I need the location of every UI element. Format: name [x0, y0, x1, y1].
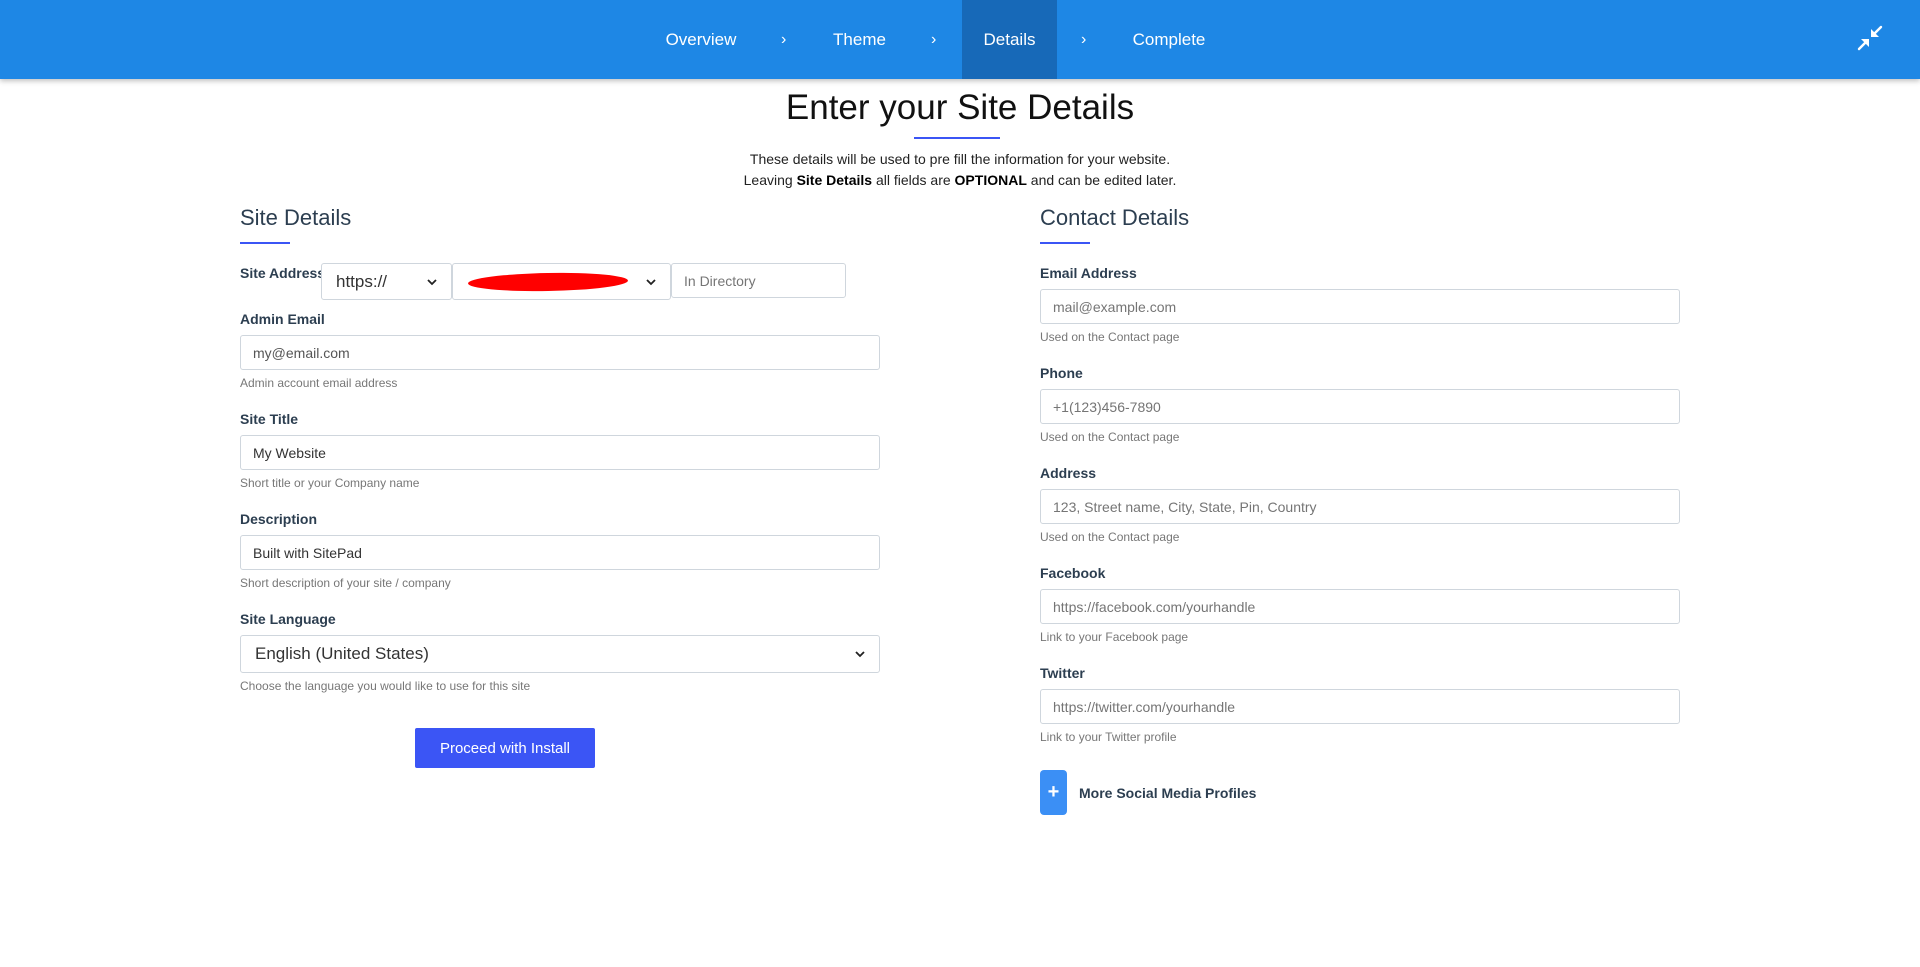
email-address-help: Used on the Contact page [1040, 330, 1180, 344]
site-details-heading: Site Details [240, 205, 352, 230]
site-title-value: My Website [253, 444, 326, 461]
site-language-label: Site Language [240, 611, 336, 627]
admin-email-label: Admin Email [240, 311, 325, 327]
chevron-down-icon [427, 278, 437, 285]
title-underline [914, 137, 1000, 139]
phone-label: Phone [1040, 365, 1083, 381]
email-address-input[interactable] [1040, 289, 1680, 324]
page-title: Enter your Site Details [785, 88, 1135, 127]
plus-icon: + [1047, 781, 1060, 803]
add-social-profile-button[interactable]: + [1040, 770, 1067, 815]
section-underline [1040, 242, 1090, 244]
collapse-screen-button[interactable] [1852, 20, 1888, 56]
site-language-value: English (United States) [255, 644, 429, 663]
description-label: Description [240, 511, 318, 527]
site-language-select[interactable]: English (United States) [240, 635, 880, 673]
tab-overview[interactable]: Overview [646, 0, 756, 79]
directory-input[interactable] [671, 263, 846, 298]
twitter-label: Twitter [1040, 665, 1085, 681]
tab-details[interactable]: Details [962, 0, 1057, 79]
chevron-down-icon [646, 278, 656, 285]
tab-theme[interactable]: Theme [812, 0, 907, 79]
section-underline [240, 242, 290, 244]
description-value: Built with SitePad [253, 544, 362, 561]
chevron-down-icon [855, 651, 865, 658]
protocol-select[interactable]: https:// [321, 263, 452, 300]
contact-details-heading: Contact Details [1040, 205, 1190, 230]
top-nav-bar: Overview › Theme › Details › Complete [0, 0, 1920, 79]
site-title-input[interactable]: My Website [240, 435, 880, 470]
site-language-help: Choose the language you would like to us… [240, 679, 531, 693]
intro-line-1: These details will be used to pre fill t… [749, 151, 1171, 167]
more-social-media-link[interactable]: More Social Media Profiles [1079, 785, 1256, 801]
step-separator: › [1081, 30, 1087, 48]
site-title-help: Short title or your Company name [240, 476, 420, 490]
facebook-help: Link to your Facebook page [1040, 630, 1189, 644]
address-help: Used on the Contact page [1040, 530, 1180, 544]
admin-email-help: Admin account email address [240, 376, 398, 390]
admin-email-input[interactable]: my@email.com [240, 335, 880, 370]
protocol-value: https:// [336, 271, 388, 291]
tab-complete[interactable]: Complete [1118, 0, 1220, 79]
facebook-label: Facebook [1040, 565, 1106, 581]
step-separator: › [781, 30, 787, 48]
phone-input[interactable] [1040, 389, 1680, 424]
twitter-input[interactable] [1040, 689, 1680, 724]
step-separator: › [931, 30, 937, 48]
twitter-help: Link to your Twitter profile [1040, 730, 1177, 744]
description-input[interactable]: Built with SitePad [240, 535, 880, 570]
proceed-install-button[interactable]: Proceed with Install [415, 728, 595, 768]
phone-help: Used on the Contact page [1040, 430, 1180, 444]
address-input[interactable] [1040, 489, 1680, 524]
address-label: Address [1040, 465, 1097, 481]
intro-line-2: Leaving Site Details all fields are OPTI… [743, 172, 1177, 188]
email-address-label: Email Address [1040, 265, 1137, 281]
site-address-label: Site Address [240, 265, 326, 281]
compress-icon [1857, 25, 1883, 51]
facebook-input[interactable] [1040, 589, 1680, 624]
description-help: Short description of your site / company [240, 576, 451, 590]
site-title-label: Site Title [240, 411, 299, 427]
intro-text: These details will be used to pre fill t… [0, 149, 1920, 191]
admin-email-value: my@email.com [253, 344, 350, 361]
